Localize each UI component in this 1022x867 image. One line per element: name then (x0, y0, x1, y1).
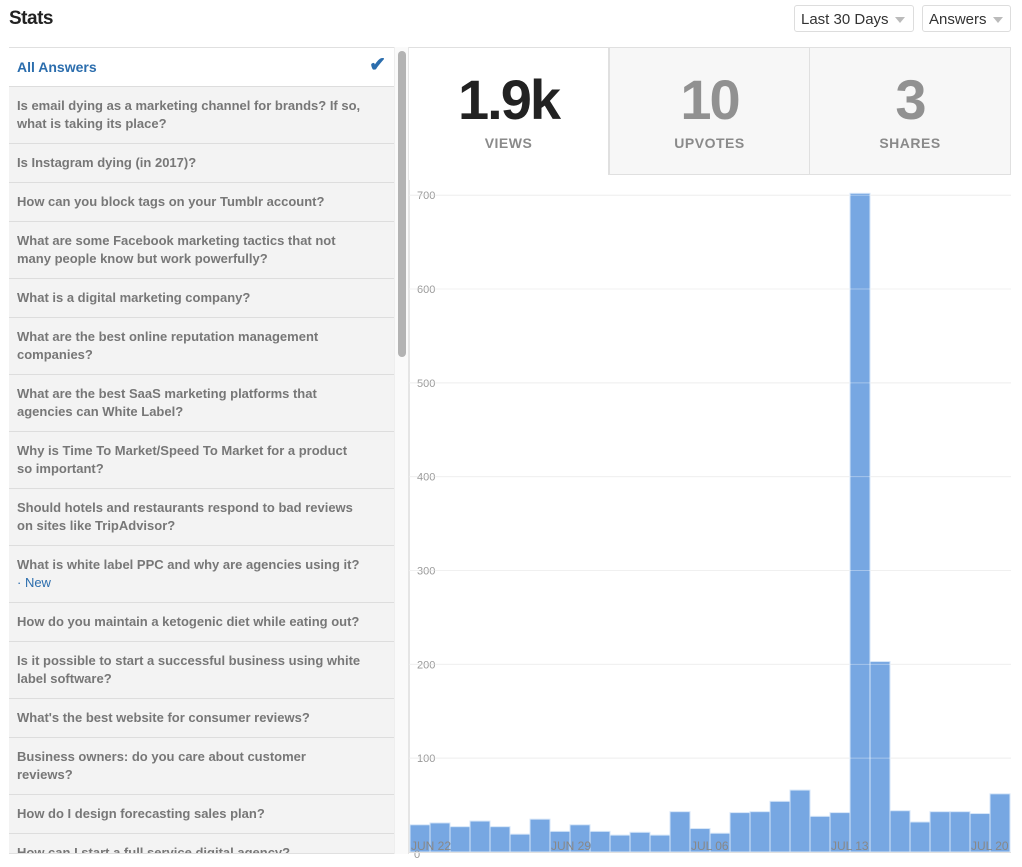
y-tick-label: 600 (417, 284, 435, 296)
views-label: VIEWS (484, 135, 533, 151)
list-item[interactable]: How can you block tags on your Tumblr ac… (9, 183, 394, 222)
list-item-label: What's the best website for consumer rev… (17, 710, 310, 725)
list-item[interactable]: What are some Facebook marketing tactics… (9, 222, 394, 279)
bar[interactable] (449, 826, 471, 853)
bar[interactable] (629, 831, 651, 853)
views-bar-chart: 100200300400500600700JUN 22 JUN 29 JUL 06 J… (409, 180, 1011, 861)
bar[interactable] (889, 810, 911, 853)
chevron-down-icon (894, 17, 905, 24)
list-item-label: What are the best online reputation mana… (17, 329, 319, 362)
x-tick-label: JUL 06 (691, 839, 729, 853)
list-item[interactable]: Business owners: do you care about custo… (9, 738, 394, 795)
bar[interactable] (749, 811, 771, 853)
list-scrollbar[interactable] (394, 47, 408, 854)
list-item-all-answers[interactable]: All Answers ✔ (9, 48, 394, 87)
bar[interactable] (669, 811, 691, 853)
bar[interactable] (529, 818, 551, 853)
list-item[interactable]: How do you maintain a ketogenic diet whi… (9, 603, 394, 642)
shares-count: 3 (895, 68, 926, 131)
x-tick-label: JUL 13 (831, 839, 869, 853)
bar[interactable] (509, 833, 531, 853)
upvotes-label: UPVOTES (674, 135, 745, 151)
scrollbar-thumb[interactable] (398, 51, 406, 357)
list-item[interactable]: What's the best website for consumer rev… (9, 699, 394, 738)
y-tick-label: 200 (417, 659, 435, 671)
list-item[interactable]: What is white label PPC and why are agen… (9, 546, 394, 603)
bar[interactable] (729, 812, 751, 853)
bar[interactable] (929, 811, 951, 853)
bar[interactable] (789, 789, 811, 853)
list-item-label: Business owners: do you care about custo… (17, 749, 306, 782)
list-item[interactable]: Should hotels and restaurants respond to… (9, 489, 394, 546)
shares-label: SHARES (879, 135, 941, 151)
views-count: 1.9k (458, 68, 561, 131)
checkmark-icon: ✔ (369, 54, 386, 76)
x-tick-label: JUN 29 (551, 839, 591, 853)
list-item-label: How can you block tags on your Tumblr ac… (17, 194, 325, 209)
list-item[interactable]: Is it possible to start a successful bus… (9, 642, 394, 699)
upvotes-count: 10 (680, 68, 740, 131)
new-badge: · New (17, 575, 51, 590)
x-tick-label: JUL 20 (971, 839, 1009, 853)
list-item-label: What is white label PPC and why are agen… (17, 557, 360, 572)
tab-upvotes[interactable]: 10 UPVOTES (609, 47, 810, 175)
list-item-label: Is it possible to start a successful bus… (17, 653, 361, 686)
bar[interactable] (589, 830, 611, 853)
list-item[interactable]: What are the best SaaS marketing platfor… (9, 375, 394, 432)
list-item[interactable]: How can I start a full service digital a… (9, 834, 394, 854)
metric-tabs: 1.9k VIEWS 10 UPVOTES 3 SHARES (409, 47, 1011, 175)
bar[interactable] (849, 192, 871, 853)
y-tick-label: 100 (417, 753, 435, 765)
bar[interactable] (609, 834, 631, 853)
list-item[interactable]: Is email dying as a marketing channel fo… (9, 87, 394, 144)
bar[interactable] (769, 800, 791, 853)
bar[interactable] (489, 826, 511, 853)
bar[interactable] (909, 821, 931, 853)
date-range-label: Last 30 Days (801, 11, 889, 28)
list-item-label: All Answers (17, 59, 97, 75)
bar[interactable] (469, 820, 491, 853)
list-item-label: What are the best SaaS marketing platfor… (17, 386, 317, 419)
chevron-down-icon (992, 17, 1003, 24)
list-item[interactable]: What are the best online reputation mana… (9, 318, 394, 375)
list-item[interactable]: Why is Time To Market/Speed To Market fo… (9, 432, 394, 489)
list-item[interactable]: Is Instagram dying (in 2017)? (9, 144, 394, 183)
bar[interactable] (949, 811, 971, 853)
content-type-dropdown[interactable]: Answers (922, 5, 1011, 32)
list-item-label: What is a digital marketing company? (17, 290, 251, 305)
tab-shares[interactable]: 3 SHARES (809, 47, 1011, 175)
list-item-label: What are some Facebook marketing tactics… (17, 233, 336, 266)
list-item-label: How do you maintain a ketogenic diet whi… (17, 614, 360, 629)
content-type-label: Answers (929, 11, 987, 28)
tab-views[interactable]: 1.9k VIEWS (409, 47, 609, 175)
bar[interactable] (869, 661, 891, 853)
date-range-dropdown[interactable]: Last 30 Days (794, 5, 914, 32)
y-tick-label: 400 (417, 472, 435, 484)
bar[interactable] (649, 834, 671, 853)
y-tick-label: 0 (414, 849, 420, 861)
list-item[interactable]: What is a digital marketing company? (9, 279, 394, 318)
bar[interactable] (809, 815, 831, 853)
list-item-label: How can I start a full service digital a… (17, 845, 291, 854)
list-item-label: Why is Time To Market/Speed To Market fo… (17, 443, 348, 476)
y-tick-label: 500 (417, 378, 435, 390)
list-item[interactable]: How do I design forecasting sales plan? (9, 795, 394, 834)
answers-list: All Answers ✔ Is email dying as a market… (9, 47, 394, 854)
list-item-label: Is Instagram dying (in 2017)? (17, 155, 197, 170)
list-item-label: Is email dying as a marketing channel fo… (17, 98, 361, 131)
page-title: Stats (9, 8, 53, 29)
list-item-label: Should hotels and restaurants respond to… (17, 500, 353, 533)
y-tick-label: 300 (417, 566, 435, 578)
y-tick-label: 700 (417, 190, 435, 202)
list-item-label: How do I design forecasting sales plan? (17, 806, 265, 821)
